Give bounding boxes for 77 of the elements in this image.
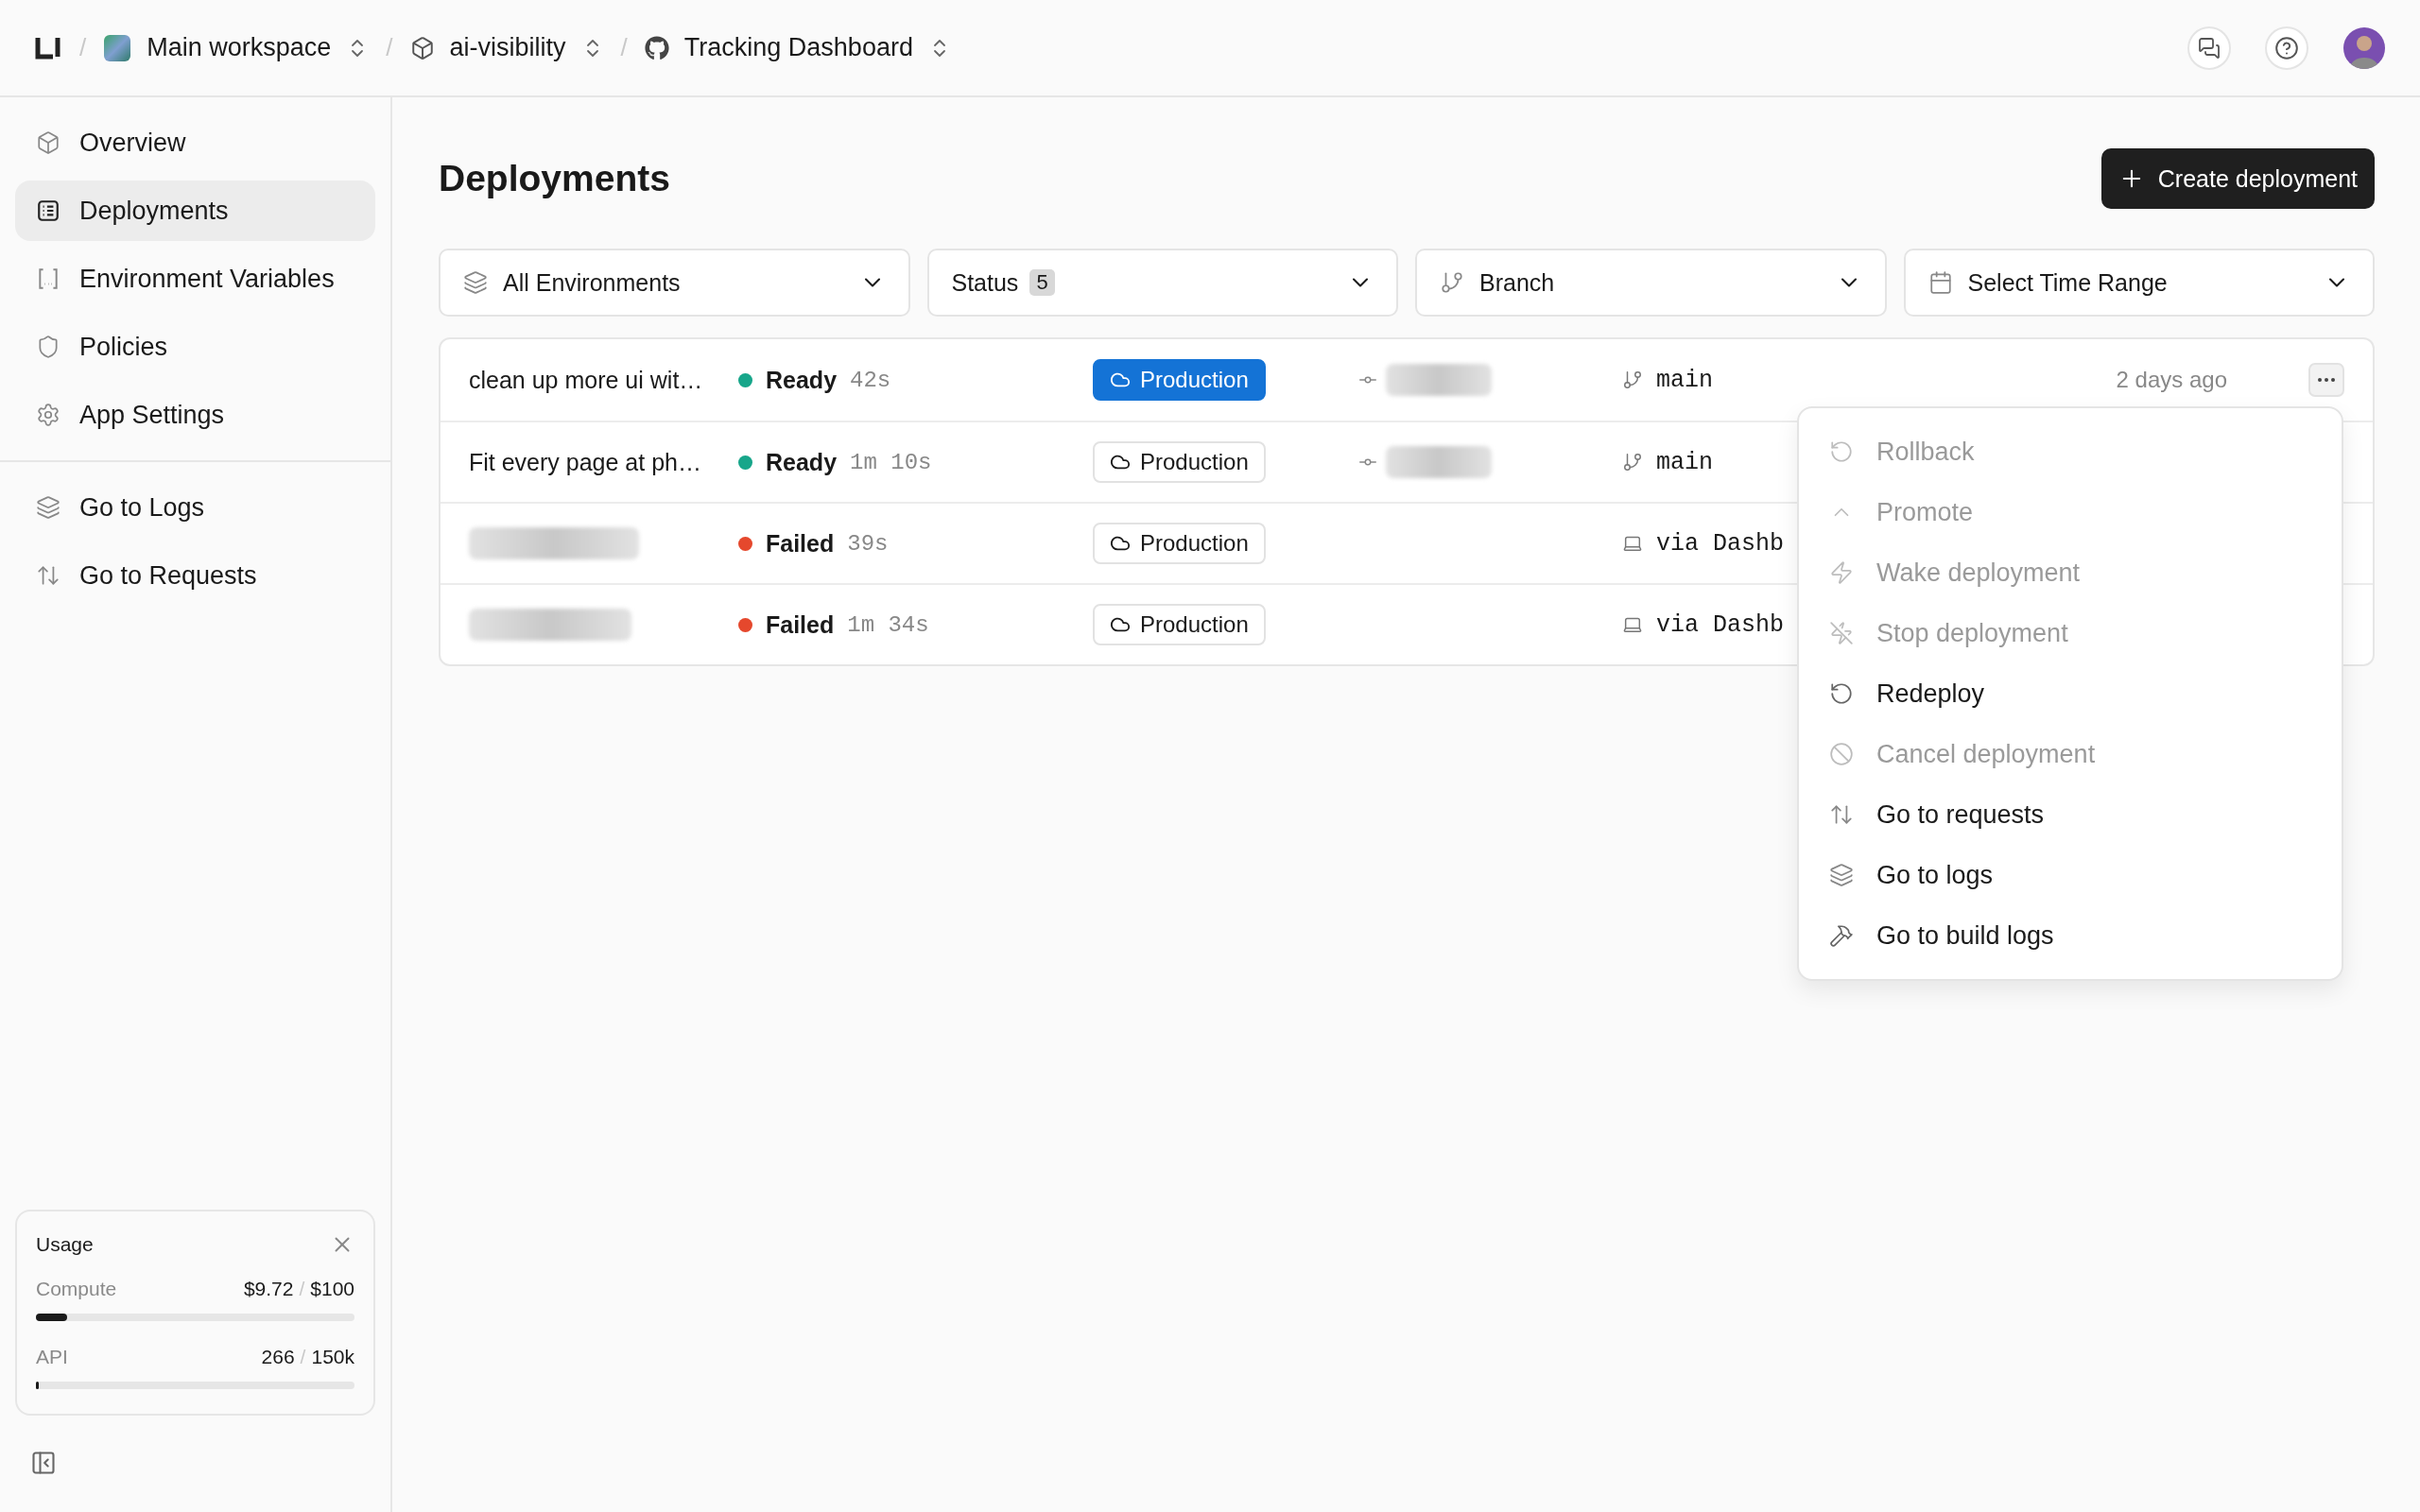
status-text: Failed [766, 610, 835, 639]
branch-icon [1440, 270, 1464, 295]
breadcrumb-link[interactable]: Tracking Dashboard [683, 33, 913, 62]
workspace-logo-icon [103, 33, 132, 62]
breadcrumb-separator: / [620, 33, 628, 62]
cube-icon [409, 35, 435, 60]
sidebar-item[interactable]: Environment Variables [15, 249, 375, 309]
environment-badge: Production [1093, 441, 1266, 483]
github-icon [644, 35, 669, 60]
deployment-time: 2 days ago [2116, 367, 2227, 393]
deployment-source: main [1656, 448, 1713, 476]
sidebar-item[interactable]: Deployments [15, 180, 375, 241]
environment-badge: Production [1093, 359, 1266, 401]
hammer-icon [1829, 923, 1854, 948]
page-title: Deployments [439, 158, 670, 199]
layers-icon [463, 270, 488, 295]
list-icon [36, 198, 60, 223]
duration: 39s [847, 530, 889, 557]
ban-icon [1829, 742, 1854, 766]
deployment-source: via Dashb [1656, 529, 1785, 558]
duration: 42s [850, 367, 891, 393]
filter-dropdown[interactable]: All Environments [439, 249, 910, 317]
menu-item[interactable]: Go to logs [1799, 845, 2342, 905]
layers-icon [1829, 863, 1854, 887]
usage-title: Usage [36, 1233, 94, 1256]
rotate-icon [1829, 681, 1854, 706]
shield-icon [36, 335, 60, 359]
status-text: Ready [766, 448, 838, 476]
environment-badge: Production [1093, 523, 1266, 564]
meter-value: 266 / 150k [261, 1346, 354, 1368]
help-icon [2274, 35, 2299, 60]
meter-label: Compute [36, 1278, 117, 1300]
ellipsis-icon [2318, 378, 2335, 382]
commit-message: Fit every page at ph… [469, 448, 702, 476]
meter-label: API [36, 1346, 68, 1368]
cube-icon [36, 130, 60, 155]
layers-icon [36, 495, 60, 520]
panel-icon [30, 1450, 57, 1476]
more-button[interactable] [2308, 363, 2344, 397]
menu-item[interactable]: Go to build logs [1799, 905, 2342, 966]
duration: 1m 34s [847, 611, 929, 638]
status-text: Failed [766, 529, 835, 558]
breadcrumb-link[interactable]: ai-visibility [449, 33, 566, 62]
breadcrumb-separator: / [386, 33, 393, 62]
count-badge: 5 [1029, 269, 1055, 296]
breadcrumb-link[interactable]: Main workspace [147, 33, 332, 62]
menu-item[interactable]: Redeploy [1799, 663, 2342, 724]
status-text: Ready [766, 366, 838, 394]
commit-message: clean up more ui wit… [469, 366, 704, 394]
app-logo[interactable] [34, 35, 62, 60]
deployment-source: main [1656, 366, 1713, 394]
duration: 1m 10s [850, 449, 932, 475]
feedback-button[interactable] [2187, 26, 2231, 70]
sidebar-item[interactable]: App Settings [15, 385, 375, 445]
filter-dropdown[interactable]: Select Time Range [1903, 249, 2375, 317]
arrows-icon [36, 563, 60, 588]
filter-dropdown[interactable]: Status 5 [926, 249, 1398, 317]
help-button[interactable] [2265, 26, 2308, 70]
sidebar-link[interactable]: Go to Requests [15, 545, 375, 606]
deployment-source: via Dashb [1656, 610, 1785, 639]
calendar-icon [1927, 270, 1953, 295]
brackets-icon [36, 266, 60, 291]
environment-badge: Production [1093, 604, 1266, 645]
messages-icon [2198, 36, 2221, 60]
menu-item[interactable]: Go to requests [1799, 784, 2342, 845]
arrows-icon [1829, 802, 1854, 827]
create-deployment-button[interactable]: Create deployment [2100, 148, 2375, 209]
settings-icon [36, 403, 60, 427]
sidebar-item[interactable]: Policies [15, 317, 375, 377]
sidebar-link[interactable]: Go to Logs [15, 477, 375, 538]
rotate-icon [1829, 439, 1854, 464]
meter-value: $9.72 / $100 [243, 1278, 354, 1300]
breadcrumb-separator: / [79, 33, 87, 62]
lightning-off-icon [1829, 621, 1854, 645]
lightning-icon [1829, 560, 1854, 585]
filter-dropdown[interactable]: Branch [1415, 249, 1887, 317]
sidebar-item[interactable]: Overview [15, 112, 375, 173]
